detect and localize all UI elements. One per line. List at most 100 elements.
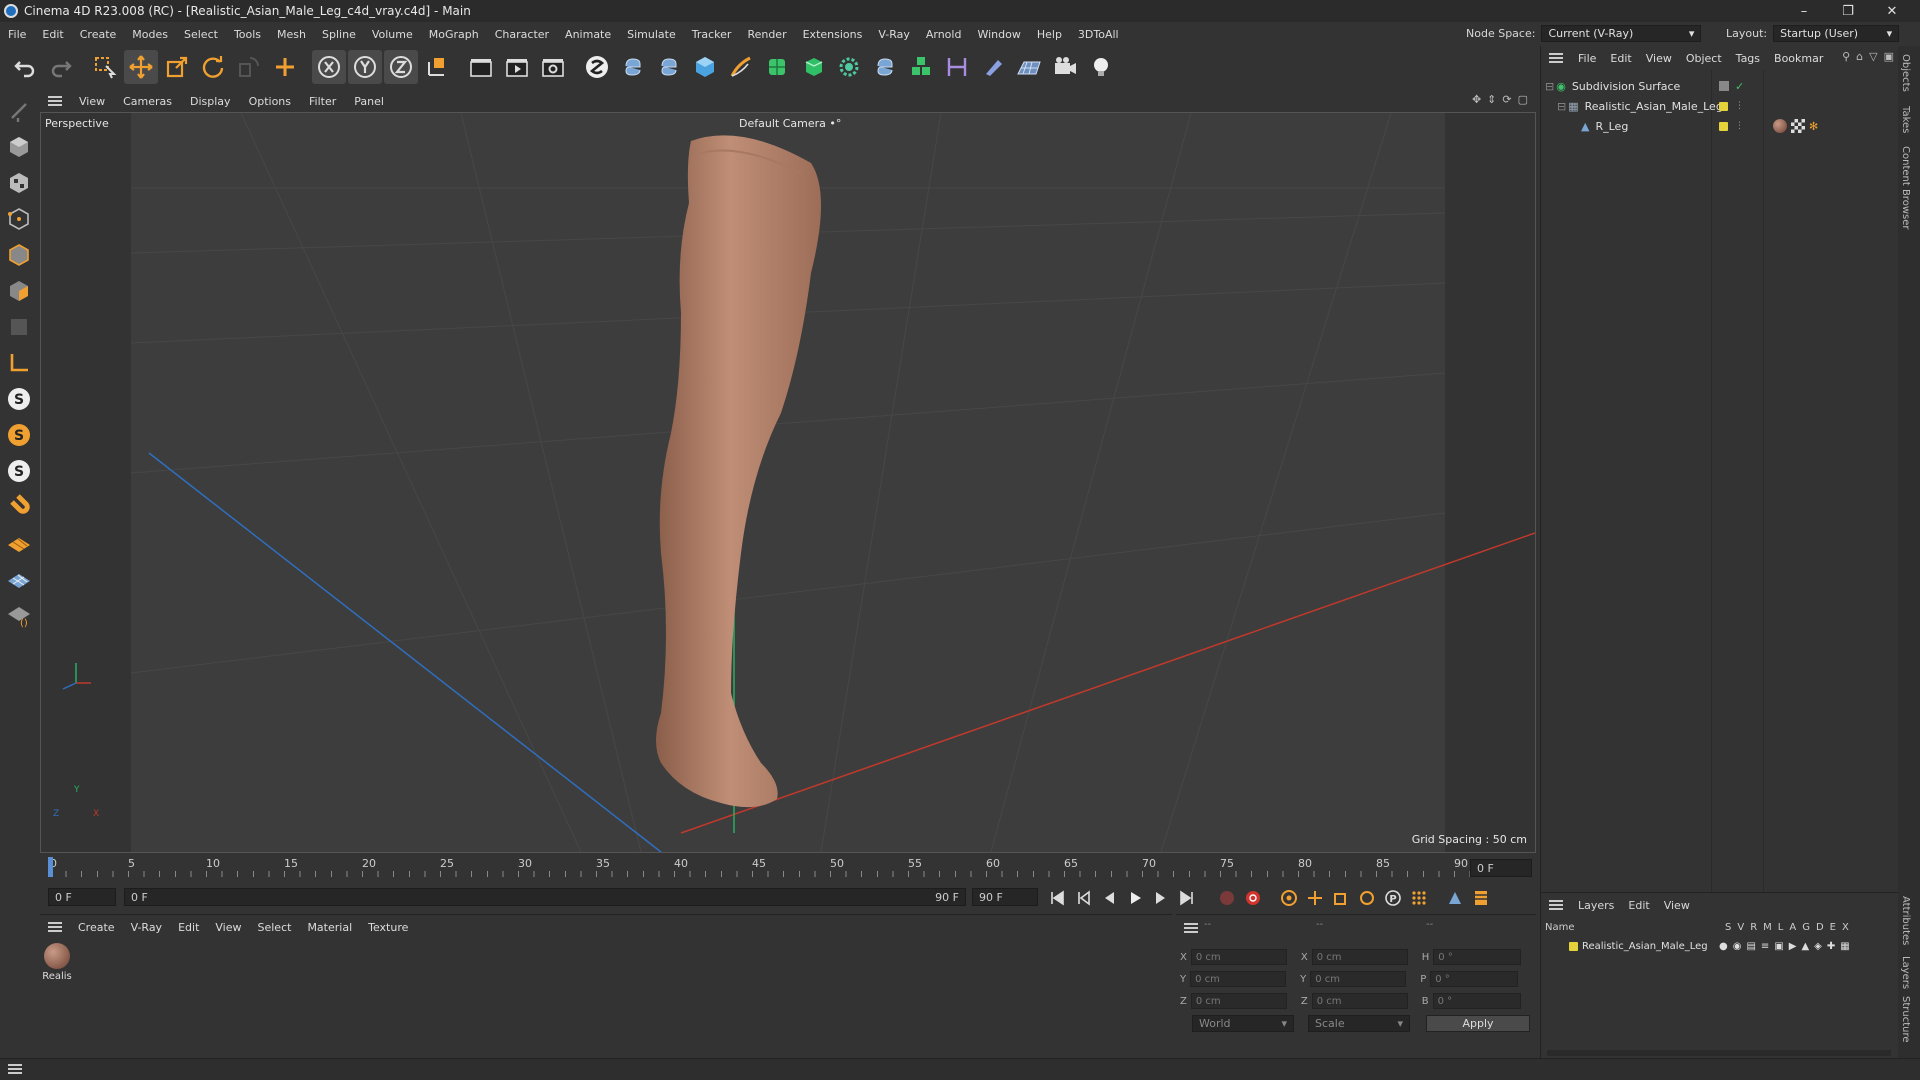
transform-tool-button[interactable] [232,50,266,84]
hamburger-icon[interactable] [48,922,62,932]
tab-attributes[interactable]: Attributes [1900,896,1911,945]
edges-mode-button[interactable] [2,238,36,272]
menu-simulate[interactable]: Simulate [619,28,684,41]
home-icon[interactable]: ⌂ [1856,50,1863,63]
go-to-start-button[interactable] [1044,886,1070,910]
cloner-button[interactable] [832,50,866,84]
key-parameter-button[interactable]: P [1380,886,1406,910]
menu-character[interactable]: Character [487,28,557,41]
menu-edit[interactable]: Edit [34,28,71,41]
snap-settings-button[interactable]: S [2,418,36,452]
deformer-icon[interactable]: ◈ [1814,941,1822,952]
cube-primitive-button[interactable] [688,50,722,84]
dolly-view-icon[interactable]: ⇕ [1487,93,1496,106]
playhead[interactable] [48,857,53,877]
menu-tracker[interactable]: Tracker [684,28,740,41]
size-z-field[interactable]: 0 cm [1311,993,1408,1009]
camera-label[interactable]: Default Camera •° [739,117,841,130]
python-script-1-button[interactable] [616,50,650,84]
obj-menu-object[interactable]: Object [1679,52,1729,65]
material-swatch[interactable]: Realis [42,943,72,982]
viewport-menu-options[interactable]: Options [240,95,300,108]
model-mode-button[interactable] [2,130,36,164]
play-button[interactable] [1122,886,1148,910]
close-button[interactable]: ✕ [1870,0,1914,22]
hamburger-icon[interactable] [1549,53,1563,63]
subdivision-generator-button[interactable] [760,50,794,84]
maximize-button[interactable]: ❐ [1826,0,1870,22]
timeline-ruler[interactable]: 0 5 10 15 20 25 30 35 40 45 50 55 60 65 … [40,855,1536,880]
menu-animate[interactable]: Animate [557,28,619,41]
scale-tool-button[interactable] [160,50,194,84]
menu-file[interactable]: File [0,28,34,41]
node-space-dropdown[interactable]: Current (V-Ray) ▾ [1541,25,1702,42]
3d-viewport[interactable]: Perspective Default Camera •° Grid Spaci… [40,112,1536,853]
menu-tools[interactable]: Tools [226,28,269,41]
enabled-check-icon[interactable]: ✓ [1735,80,1744,93]
rot-p-field[interactable]: 0 ° [1430,971,1519,987]
python-script-3-button[interactable] [868,50,902,84]
obj-menu-view[interactable]: View [1639,52,1679,65]
mat-menu-select[interactable]: Select [250,921,300,934]
live-selection-button[interactable] [88,50,122,84]
layer-menu-layers[interactable]: Layers [1571,899,1621,912]
obj-menu-tags[interactable]: Tags [1729,52,1767,65]
menu-help[interactable]: Help [1029,28,1070,41]
polygons-mode-button[interactable] [2,274,36,308]
previous-frame-button[interactable] [1096,886,1122,910]
minimize-button[interactable]: – [1782,0,1826,22]
pos-z-field[interactable]: 0 cm [1190,993,1287,1009]
viewport-menu-panel[interactable]: Panel [345,95,393,108]
axis-mode-button[interactable] [2,346,36,380]
size-y-field[interactable]: 0 cm [1310,971,1407,987]
eye-icon[interactable]: ◉ [1733,941,1742,952]
xref-icon[interactable]: ▦ [1840,941,1849,952]
add-tool-button[interactable] [268,50,302,84]
make-editable-button[interactable] [2,94,36,128]
rot-h-field[interactable]: 0 ° [1433,949,1522,965]
deformer-button[interactable] [940,50,974,84]
light-button[interactable] [1084,50,1118,84]
layer-menu-edit[interactable]: Edit [1621,899,1656,912]
new-window-icon[interactable]: ▣ [1884,50,1894,63]
pan-view-icon[interactable]: ✥ [1472,93,1481,106]
obj-menu-bookmarks[interactable]: Bookmar [1767,52,1830,65]
lock-z-axis-button[interactable] [384,50,418,84]
motion-system-button[interactable] [1442,886,1468,910]
viewport-menu-view[interactable]: View [70,95,114,108]
key-pla-button[interactable] [1406,886,1432,910]
search-icon[interactable]: ⚲ [1842,50,1850,63]
previous-key-button[interactable] [1070,886,1096,910]
go-to-end-button[interactable] [1174,886,1200,910]
pos-y-field[interactable]: 0 cm [1190,971,1287,987]
autokey-button[interactable] [1240,886,1266,910]
lock-icon[interactable]: ▣ [1774,941,1783,952]
layer-row[interactable]: Realistic_Asian_Male_Leg ● ◉ ▤ ≡ ▣ ▶ ▲ ◈… [1541,937,1897,955]
obj-menu-edit[interactable]: Edit [1603,52,1638,65]
mat-menu-vray[interactable]: V-Ray [123,921,171,934]
expression-icon[interactable]: ✚ [1827,941,1835,952]
field-button[interactable] [976,50,1010,84]
hamburger-icon[interactable] [1549,900,1563,910]
tab-content-browser[interactable]: Content Browser [1900,146,1911,229]
mat-menu-view[interactable]: View [207,921,249,934]
magnet-button[interactable] [2,490,36,524]
vray-tag-icon[interactable]: ✻ [1809,120,1818,133]
size-x-field[interactable]: 0 cm [1311,949,1408,965]
menu-arnold[interactable]: Arnold [918,28,970,41]
menu-vray[interactable]: V-Ray [870,28,918,41]
solo-toggle-icon[interactable]: ● [1719,941,1728,952]
material-tag-icon[interactable] [1773,119,1787,133]
texture-tag-icon[interactable] [1791,119,1805,133]
floor-button[interactable] [1012,50,1046,84]
locked-workplane-button[interactable]: () [2,598,36,632]
layer-menu-view[interactable]: View [1657,899,1697,912]
mat-menu-create[interactable]: Create [70,921,123,934]
workplane-button[interactable] [2,526,36,560]
mat-menu-edit[interactable]: Edit [170,921,207,934]
object-row-leg-null[interactable]: ⊟ ▦ Realistic_Asian_Male_Leg ⋮ [1541,96,1898,116]
render-picture-viewer-button[interactable] [500,50,534,84]
manager-list-icon[interactable]: ≡ [1761,941,1769,952]
redo-button[interactable] [44,50,78,84]
viewport-menu-filter[interactable]: Filter [300,95,345,108]
